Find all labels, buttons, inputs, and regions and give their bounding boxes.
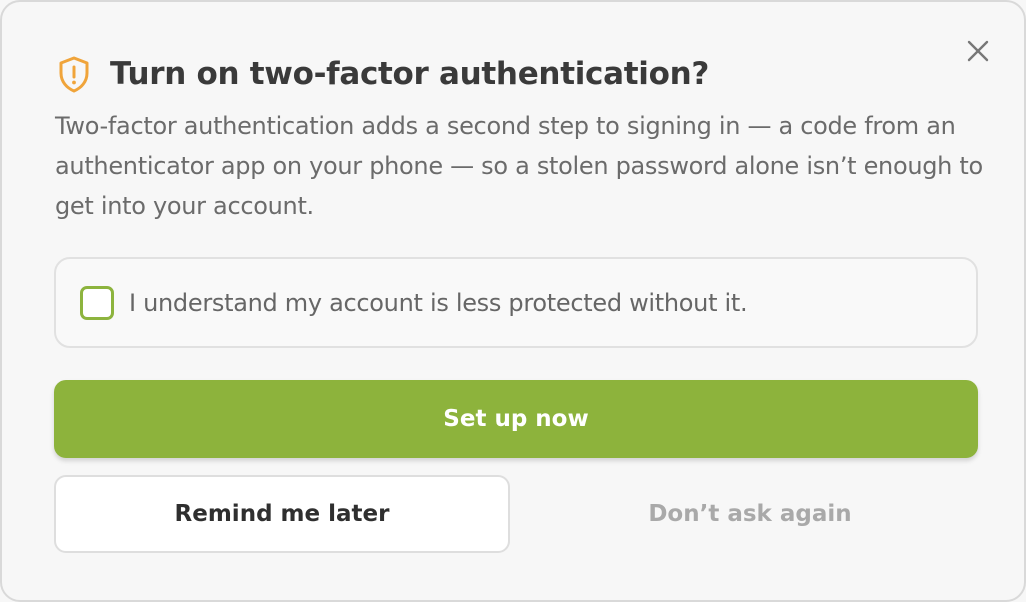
remind-me-later-button[interactable]: Remind me later <box>54 475 510 553</box>
dialog-title: Turn on two-factor authentication? <box>110 56 710 92</box>
two-factor-dialog: Turn on two-factor authentication? Two-f… <box>0 0 1026 602</box>
close-icon <box>967 40 989 66</box>
dialog-header: Turn on two-factor authentication? <box>56 52 709 96</box>
set-up-now-button[interactable]: Set up now <box>54 380 978 458</box>
dont-ask-again-button[interactable]: Don’t ask again <box>522 475 978 553</box>
shield-alert-icon <box>56 54 92 94</box>
dialog-description: Two-factor authentication adds a second … <box>55 112 983 220</box>
acknowledgement-checkbox[interactable] <box>80 285 114 320</box>
acknowledgement-option[interactable]: I understand my account is less protecte… <box>54 257 978 348</box>
acknowledgement-label: I understand my account is less protecte… <box>129 288 748 317</box>
close-button[interactable] <box>962 37 994 69</box>
